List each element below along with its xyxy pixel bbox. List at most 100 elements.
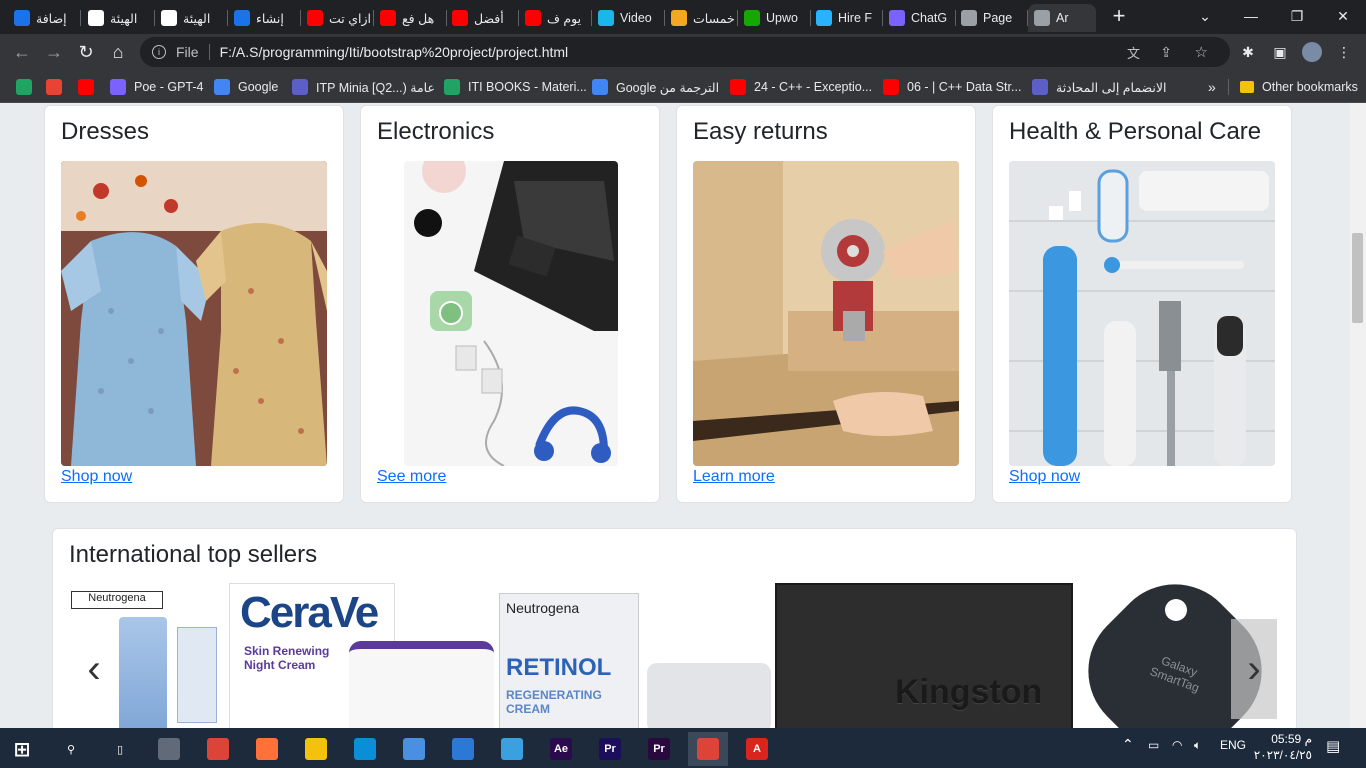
volume-icon[interactable]: 🔈︎ [1194,738,1201,753]
scrollbar-thumb[interactable] [1352,233,1363,323]
home-icon[interactable]: ⌂ [104,38,132,66]
tab-label: Video [620,11,652,25]
clock-date[interactable]: ٢٠٢٣/٠٤/٢٥ [1248,748,1312,762]
product-cerave-night-cream[interactable]: CeraVe Skin Renewing Night Cream [229,583,494,728]
circle-blue-icon [14,10,30,26]
bookmark-item[interactable]: Google [214,77,278,97]
address-bar[interactable]: i File F:/A.S/programming/Iti/bootstrap%… [140,37,1230,67]
bookmark-item[interactable]: ITP Minia [Q2...) عامة [292,77,435,97]
bookmark-star-icon[interactable]: ☆ [1195,43,1208,61]
health-image [1009,161,1275,466]
egov-icon [88,10,104,26]
after-effects-taskbar-button[interactable]: Ae [541,732,581,766]
tab-1[interactable]: الهيئة [82,4,152,32]
site-info-icon[interactable]: i [152,45,166,59]
vpn-taskbar-button[interactable] [492,732,532,766]
bookmark-item[interactable]: Poe - GPT-4 [110,77,203,97]
wifi-icon[interactable]: ◠ [1172,738,1182,752]
carousel-prev-button[interactable]: ‹ [71,619,117,719]
tab-0[interactable]: إضافة [8,4,78,32]
tab-6[interactable]: أفضل [446,4,516,32]
tab-2[interactable]: الهيئة [155,4,225,32]
menu-kebab-icon[interactable]: ⋮ [1334,42,1354,62]
tab-10[interactable]: Upwo [738,4,808,32]
start-taskbar-button[interactable]: ⊞ [2,732,42,766]
gmail-icon [46,79,62,95]
bookmark-item[interactable] [16,77,40,97]
tab-8[interactable]: Video [592,4,662,32]
tab-7[interactable]: يوم ف [519,4,589,32]
bookmark-label: ITI BOOKS - Materi... [468,80,587,94]
edge-taskbar-button[interactable] [345,732,385,766]
extensions-icon[interactable]: ✱ [1238,42,1258,62]
kingston-logo: Kingston [895,673,1043,711]
minimize-button[interactable]: — [1228,0,1274,32]
bookmark-item[interactable] [78,77,102,97]
language-indicator[interactable]: ENG [1220,738,1246,752]
calculator-icon [158,738,180,760]
shop-now-link[interactable]: Shop now [1009,468,1080,486]
chrome-taskbar-button[interactable] [198,732,238,766]
product-kingston-ssd[interactable]: Kingston [775,583,1073,728]
product-brand-label: Neutrogena [71,591,163,609]
product-neutrogena-retinol-cream[interactable]: Neutrogena RETINOL REGENERATING CREAM [499,583,775,728]
bookmark-item[interactable]: 06 - | C++ Data Str... [883,77,1021,97]
tab-3[interactable]: إنشاء [228,4,298,32]
notifications-icon[interactable]: ▤ [1326,737,1340,755]
mail-taskbar-button[interactable] [443,732,483,766]
firefox-taskbar-button[interactable] [247,732,287,766]
other-bookmarks-folder[interactable]: Other bookmarks [1240,77,1358,97]
tab-11[interactable]: Hire F [810,4,880,32]
tab-12[interactable]: ChatG [883,4,953,32]
show-hidden-icons[interactable]: ⌃ [1122,736,1134,753]
shop-now-link[interactable]: Shop now [61,468,132,486]
side-panel-icon[interactable]: ▣ [1270,42,1290,62]
premiere-taskbar-button[interactable]: Pr [590,732,630,766]
store-icon [403,738,425,760]
bookmarks-overflow-button[interactable]: » [1208,77,1216,97]
section-title: International top sellers [69,541,318,568]
globe-icon [1034,10,1050,26]
bookmark-item[interactable]: Google الترجمة من [592,77,719,97]
url-scheme-label: File [176,44,199,60]
page-scrollbar[interactable] [1350,103,1366,728]
bookmark-item[interactable]: الانضمام إلى المحادثة [1032,77,1166,97]
bookmark-item[interactable]: ITI BOOKS - Materi... [444,77,587,97]
tab-search-icon[interactable]: ⌄ [1182,0,1228,32]
url-text[interactable]: F:/A.S/programming/Iti/bootstrap%20proje… [220,44,569,60]
google-drive-icon [16,79,32,95]
profile-avatar[interactable] [1302,42,1322,62]
clock-time[interactable]: 05:59 م [1262,732,1312,746]
premiere-pro-taskbar-button[interactable]: Pr [639,732,679,766]
back-arrow-icon[interactable]: ← [8,38,36,66]
new-tab-button[interactable]: + [1107,5,1131,29]
task-view-taskbar-button[interactable]: ▯ [100,732,140,766]
acrobat-taskbar-button[interactable]: A [737,732,777,766]
bookmarks-divider [1228,79,1229,95]
ssd-body: Kingston [775,583,1073,728]
tab-13[interactable]: Page [955,4,1025,32]
restore-button[interactable]: ❐ [1274,0,1320,32]
tab-14[interactable]: Ar [1028,4,1096,32]
forward-arrow-icon[interactable]: → [40,38,68,66]
bookmark-item[interactable]: 24 - C++ - Exceptio... [730,77,872,97]
reload-icon[interactable]: ↻ [72,38,100,66]
see-more-link[interactable]: See more [377,468,446,486]
bookmark-label: Poe - GPT-4 [134,80,204,94]
search-taskbar-button[interactable]: ⚲ [51,732,91,766]
tab-5[interactable]: هل فع [374,4,444,32]
store-taskbar-button[interactable] [394,732,434,766]
chrome-active-taskbar-button[interactable] [688,732,728,766]
bookmark-label: ITP Minia [Q2...) عامة [316,80,435,95]
close-window-button[interactable]: ✕ [1320,0,1366,32]
share-icon[interactable]: ⇪ [1160,44,1172,61]
translate-icon[interactable]: 文 [1127,43,1140,62]
learn-more-link[interactable]: Learn more [693,468,775,486]
carousel-next-button[interactable]: › [1231,619,1277,719]
tab-9[interactable]: خمسات [665,4,735,32]
calculator-taskbar-button[interactable] [149,732,189,766]
file-explorer-taskbar-button[interactable] [296,732,336,766]
tab-4[interactable]: ازاي تت [301,4,371,32]
meet-now-icon[interactable]: ▭ [1148,738,1159,752]
bookmark-item[interactable] [46,77,70,97]
